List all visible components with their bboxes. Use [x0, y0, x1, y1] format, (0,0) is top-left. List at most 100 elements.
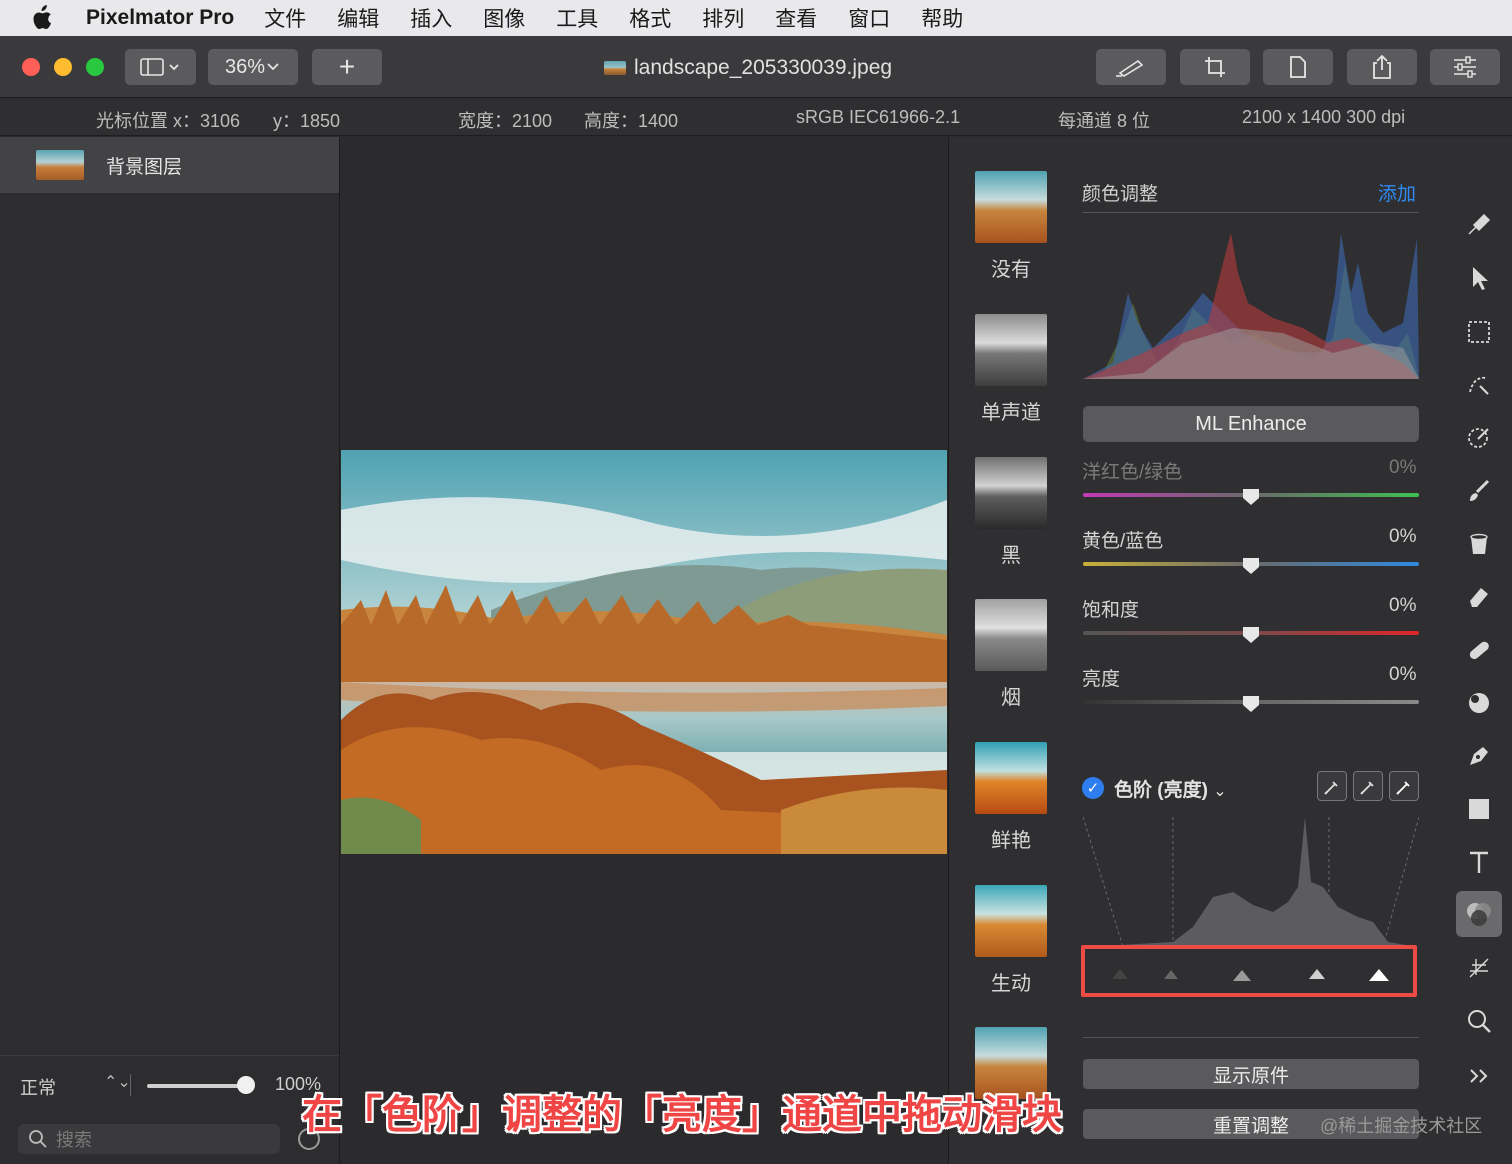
saturation-knob[interactable] [1242, 626, 1260, 644]
preset-thumbnail [975, 599, 1047, 671]
preset-mono[interactable]: 单声道 [975, 314, 1047, 425]
menu-insert[interactable]: 插入 [410, 3, 452, 33]
preset-vivid[interactable]: 鲜艳 [975, 742, 1047, 853]
paint-brush-icon[interactable] [1464, 476, 1494, 506]
color-select-icon[interactable] [1464, 423, 1494, 453]
menu-arrange[interactable]: 排列 [702, 3, 744, 33]
panel-divider [1083, 1037, 1419, 1038]
effects-icon[interactable] [1464, 953, 1494, 983]
arrange-pointer-icon[interactable] [1464, 263, 1494, 293]
saturation-value: 0% [1389, 595, 1417, 616]
minimize-window-button[interactable] [54, 58, 72, 76]
levels-channel-dropdown[interactable]: 色阶 (亮度) ⌄ [1114, 775, 1227, 802]
preset-black[interactable]: 黑 [975, 457, 1047, 568]
menu-format[interactable]: 格式 [629, 3, 671, 33]
app-name-menu[interactable]: Pixelmator Pro [86, 6, 234, 30]
document-button[interactable] [1263, 49, 1333, 85]
rect-select-icon[interactable] [1464, 317, 1494, 347]
bit-depth-readout: 每通道 8 位 [1058, 111, 1151, 131]
yellow-blue-label: 黄色/蓝色 [1082, 531, 1164, 552]
document-title: landscape_205330039.jpeg [604, 54, 892, 82]
preset-lively[interactable]: 生动 [975, 885, 1047, 996]
preset-label: 鲜艳 [991, 830, 1031, 852]
black-point-eyedropper[interactable] [1317, 771, 1347, 801]
levels-title-label: 色阶 (亮度) [1114, 780, 1208, 801]
pen-icon [1116, 59, 1144, 77]
document-thumbnail-icon [604, 61, 626, 75]
pen-tool-button[interactable] [1096, 49, 1166, 85]
blend-mode-select[interactable]: 正常 [20, 1074, 56, 1100]
crop-button[interactable] [1180, 49, 1250, 85]
preset-label: 生动 [991, 973, 1031, 995]
menu-image[interactable]: 图像 [483, 3, 525, 33]
layers-footer: 正常 ⌃⌄ 100% 搜索 [0, 1055, 339, 1164]
levels-input-sliders[interactable] [1083, 957, 1419, 987]
preset-label: 单声道 [981, 402, 1041, 424]
white-point-eyedropper[interactable] [1389, 771, 1419, 801]
preset-thumbnail [975, 171, 1047, 243]
ml-enhance-button[interactable]: ML Enhance [1083, 406, 1419, 442]
distort-sphere-icon[interactable] [1464, 688, 1494, 718]
fill-bucket-icon[interactable] [1464, 529, 1494, 559]
share-button[interactable] [1347, 49, 1417, 85]
magenta-green-knob[interactable] [1242, 488, 1260, 506]
sidebar-icon [139, 58, 179, 76]
add-button[interactable]: + [312, 49, 382, 85]
sidebar-toggle-button[interactable] [125, 49, 196, 85]
smart-select-icon[interactable] [1464, 370, 1494, 400]
preset-none[interactable]: 没有 [975, 171, 1047, 282]
zoom-icon[interactable] [1464, 1006, 1494, 1036]
resolution-readout: 2100 x 1400 300 dpi [1242, 107, 1406, 127]
search-placeholder: 搜索 [56, 1130, 92, 1150]
add-adjustment-link[interactable]: 添加 [1378, 179, 1416, 206]
saturation-label: 饱和度 [1082, 600, 1140, 621]
pen-nib-icon[interactable] [1464, 741, 1494, 771]
adjust-sidebar-button[interactable] [1430, 49, 1500, 85]
more-chevron-icon[interactable] [1464, 1061, 1494, 1091]
layer-name: 背景图层 [106, 156, 183, 178]
eraser-icon[interactable] [1464, 582, 1494, 612]
zoom-window-button[interactable] [86, 58, 104, 76]
menu-view[interactable]: 查看 [775, 3, 817, 33]
menu-tools[interactable]: 工具 [556, 3, 598, 33]
shape-square-icon[interactable] [1464, 794, 1494, 824]
preset-label: 黑 [1001, 545, 1021, 567]
updown-chevron-icon[interactable]: ⌃⌄ [104, 1072, 131, 1092]
search-icon [29, 1130, 47, 1148]
brightness-value: 0% [1389, 664, 1417, 685]
menu-window[interactable]: 窗口 [848, 3, 890, 33]
opacity-slider-knob[interactable] [237, 1076, 255, 1094]
preset-smoke[interactable]: 烟 [975, 599, 1047, 710]
menu-file[interactable]: 文件 [264, 3, 306, 33]
layers-search-field[interactable]: 搜索 [18, 1124, 280, 1154]
type-icon[interactable] [1464, 847, 1494, 877]
zoom-value: 36% [224, 55, 266, 78]
close-window-button[interactable] [22, 58, 40, 76]
menu-help[interactable]: 帮助 [921, 3, 963, 33]
zoom-dropdown[interactable]: 36% [208, 49, 298, 85]
color-adjustments-panel: 颜色调整 添加 ML Enhance 洋红色/绿色 0% 黄色/蓝色 0% 饱和… [1066, 137, 1446, 1164]
opacity-slider-track[interactable] [147, 1084, 247, 1088]
window-toolbar: 36% + landscape_205330039.jpeg [0, 36, 1512, 98]
document-filename: landscape_205330039.jpeg [634, 56, 893, 79]
yellow-blue-knob[interactable] [1242, 557, 1260, 575]
color-profile-readout: sRGB IEC61966-2.1 [796, 107, 961, 127]
layer-row-background[interactable]: 背景图层 [0, 137, 339, 193]
image-height-readout: 高度：1400 [584, 111, 679, 131]
image-canvas[interactable] [341, 137, 947, 1164]
levels-enabled-checkbox[interactable]: ✓ [1082, 777, 1104, 799]
apple-menu-icon[interactable] [30, 3, 60, 33]
retouch-bandage-icon[interactable] [1464, 635, 1494, 665]
share-icon [1373, 54, 1391, 79]
menu-edit[interactable]: 编辑 [337, 3, 379, 33]
landscape-photo [341, 450, 947, 854]
presets-panel: 没有 单声道 黑 烟 鲜艳 生动 [948, 137, 1066, 1164]
preset-label: 没有 [991, 259, 1031, 281]
color-adjust-icon[interactable] [1456, 891, 1502, 937]
gray-point-eyedropper[interactable] [1353, 771, 1383, 801]
style-brush-icon[interactable] [1464, 210, 1494, 240]
eyedropper-icon [1396, 781, 1410, 795]
show-original-button[interactable]: 显示原件 [1083, 1059, 1419, 1089]
section-divider [1082, 212, 1419, 213]
brightness-knob[interactable] [1242, 695, 1260, 713]
